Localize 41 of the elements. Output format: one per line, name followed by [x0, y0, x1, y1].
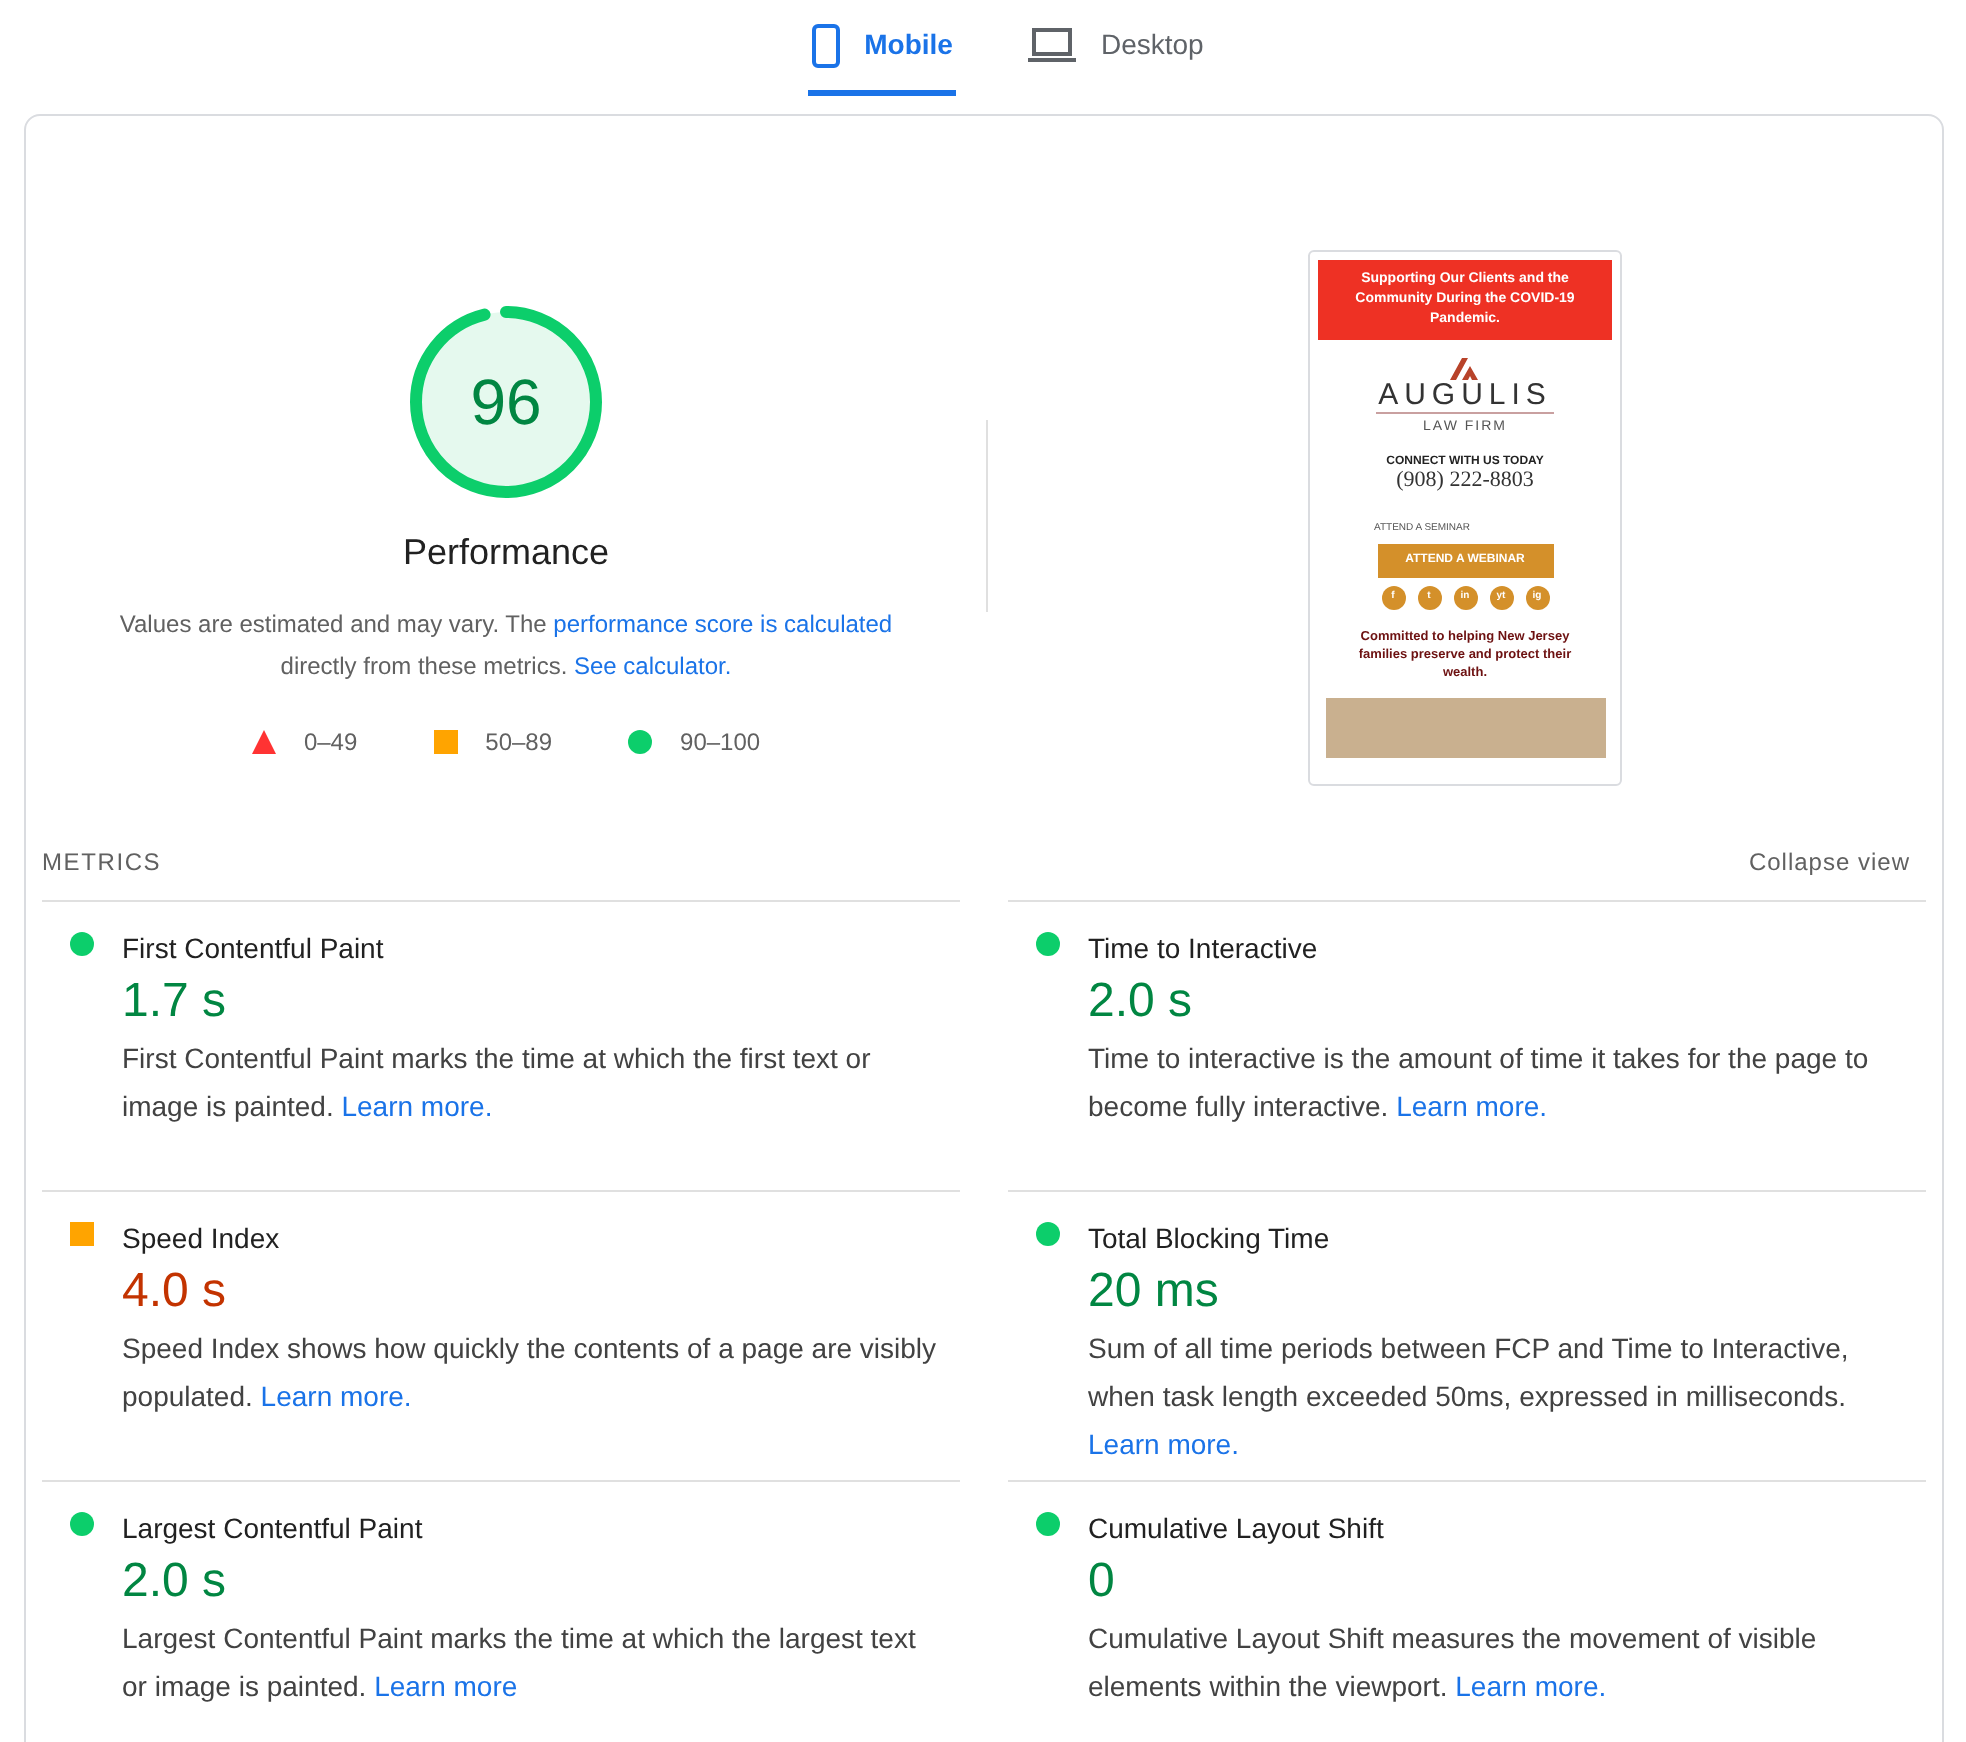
phone-icon: [812, 23, 841, 67]
metric-title: First Contentful Paint: [122, 930, 386, 968]
logo-icon: [1449, 358, 1481, 380]
learn-more-link[interactable]: Learn more.: [1455, 1670, 1607, 1702]
metric-value: 1.7 s: [122, 972, 229, 1032]
metric-title: Speed Index: [122, 1220, 282, 1258]
metric-title: Time to Interactive: [1088, 930, 1320, 968]
link[interactable]: See calculator.: [573, 652, 732, 680]
learn-more-link[interactable]: Learn more.: [1396, 1090, 1548, 1122]
metric-value: 0: [1088, 1552, 1117, 1612]
learn-more-link[interactable]: Learn more.: [260, 1380, 412, 1412]
laptop-icon: [1028, 27, 1077, 63]
metric-value: 2.0 s: [1088, 972, 1195, 1032]
learn-more-link[interactable]: Learn more: [374, 1670, 518, 1702]
tab[interactable]: Mobile: [808, 0, 957, 96]
tab[interactable]: Desktop: [1024, 0, 1208, 96]
metric-title: Largest Contentful Paint: [122, 1510, 425, 1548]
learn-more-link[interactable]: Learn more.: [341, 1090, 493, 1122]
link[interactable]: performance score is calculated: [553, 610, 893, 638]
legend-label: 50–89: [485, 726, 553, 760]
metric-description: Sum of all time periods between FCP and Time to Interactive, when task length exceeded 50ms, expressed in milliseconds. Learn more.: [1088, 1330, 1851, 1464]
metric-description: Speed Index shows how quickly the contents of a page are visibly populated. Learn more.: [122, 1330, 939, 1416]
score-value: 96: [468, 364, 544, 442]
legend-label: 0–49: [303, 726, 358, 760]
metrics-heading: METRICS: [42, 846, 162, 880]
metric-value: 4.0 s: [122, 1262, 229, 1322]
phone-number: (908) 222-8803: [1396, 469, 1534, 491]
metric-description: Time to interactive is the amount of time it takes for the page to become fully interactive. Learn more.: [1088, 1040, 1871, 1126]
gauge-title: Performance: [402, 530, 610, 576]
metric-title: Total Blocking Time: [1088, 1220, 1332, 1258]
collapse-view-button[interactable]: Collapse view: [1748, 844, 1926, 880]
metric-description: Cumulative Layout Shift measures the movement of visible elements within the viewport. Learn more.: [1088, 1620, 1819, 1706]
score-note: Values are estimated and may vary. The performance score is calculated directly from these metrics. See calculator.: [117, 608, 895, 684]
metric-title: Cumulative Layout Shift: [1088, 1510, 1386, 1548]
metric-description: Largest Contentful Paint marks the time at which the largest text or image is painted. Learn more: [122, 1620, 918, 1706]
metric-value: 2.0 s: [122, 1552, 229, 1612]
metric-description: First Contentful Paint marks the time at which the first text or image is painted. Learn more.: [122, 1040, 873, 1126]
legend-label: 90–100: [680, 726, 761, 760]
brand-name: AUGULIS: [1376, 380, 1554, 414]
metric-value: 20 ms: [1088, 1262, 1221, 1322]
learn-more-link[interactable]: Learn more.: [1088, 1428, 1239, 1460]
